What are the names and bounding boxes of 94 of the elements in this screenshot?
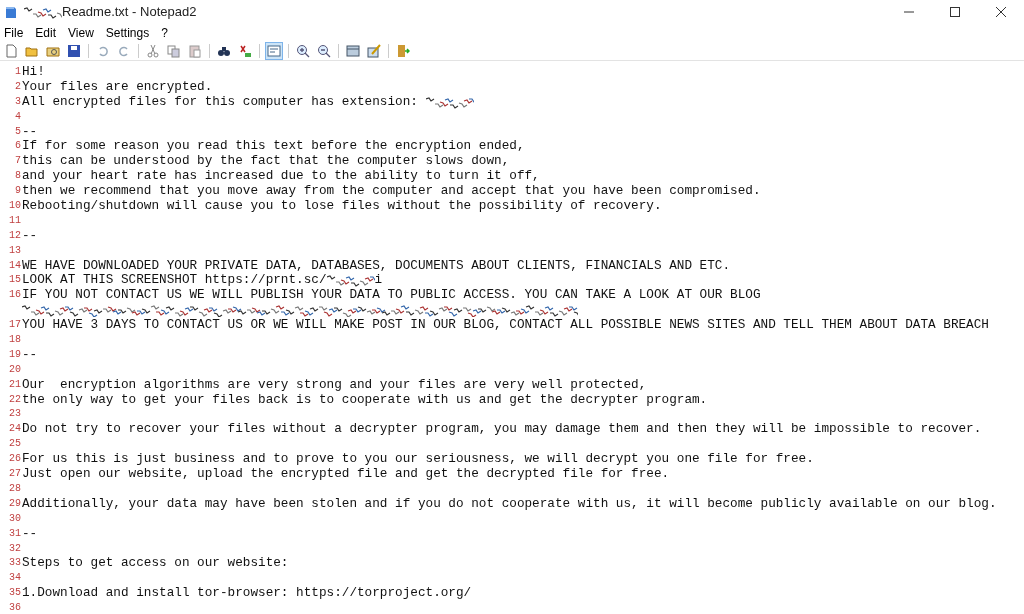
text-line: and your heart rate has increased due to the ability to turn it off, — [22, 169, 540, 185]
text-line: All encrypted files for this computer has extension: — [22, 94, 419, 110]
notepad-icon — [4, 5, 18, 19]
line-number: 23 — [8, 407, 22, 422]
menu-item[interactable]: View — [68, 24, 94, 42]
text-fragment: i — [374, 273, 383, 289]
line-number: 27 — [8, 467, 22, 482]
text-line: -- — [22, 228, 38, 244]
text-line: 1.Download and install tor-browser: https://torproject.org/ — [22, 586, 472, 602]
line-number: 29 — [8, 496, 22, 511]
line-number: 30 — [8, 511, 22, 526]
binoculars-icon — [217, 44, 231, 58]
text-line: this can be understood by the fact that the computer slows down, — [22, 154, 510, 170]
text-line: Rebooting/shutdown will cause you to lose files without the possibility of recovery. — [22, 199, 662, 214]
new-file-icon — [4, 44, 18, 58]
line-number: 35 — [8, 586, 22, 601]
menu-item[interactable]: Settings — [105, 24, 150, 42]
window-title: Readme.txt - Notepad2 — [62, 3, 197, 22]
window-button[interactable] — [344, 42, 362, 60]
text-line: the only way to get your files back is to cooperate with us and get the decrypter program. — [22, 392, 708, 408]
line-number: 11 — [8, 213, 22, 228]
line-number: 7 — [14, 154, 22, 169]
close-icon — [996, 7, 1006, 17]
line-number: 16 — [8, 288, 22, 303]
line-number: 14 — [8, 258, 22, 273]
text-line: -- — [22, 526, 38, 542]
line-number: 36 — [8, 601, 22, 614]
line-number: 26 — [8, 452, 22, 467]
line-number: 13 — [8, 243, 22, 258]
paste-icon — [188, 44, 202, 58]
text-line: IF YOU NOT CONTACT US WE WILL PUBLISH YOUR DATA TO PUBLIC ACCESS. YOU CAN TAKE A LOOK AT OUR BLOG — [22, 288, 761, 304]
text-line: Your files are encrypted. — [22, 79, 213, 95]
menu-item[interactable]: Edit — [35, 24, 57, 42]
line-number: 2 — [14, 79, 22, 94]
line-number: 6 — [14, 139, 22, 154]
line-number: 21 — [8, 377, 22, 392]
line-number: 10 — [8, 199, 22, 213]
line-number: 34 — [8, 571, 22, 586]
word-wrap-icon — [267, 44, 281, 58]
text-line: Hi! — [22, 65, 45, 80]
zoom-in-icon — [296, 44, 310, 58]
line-number: 5 — [14, 124, 22, 139]
line-number: 3 — [14, 94, 22, 109]
line-number: 15 — [8, 273, 22, 288]
text-line: Our encryption algorithms are very strong and your files are very well protected, — [22, 377, 647, 393]
save-button[interactable] — [65, 42, 83, 60]
line-number: 9 — [14, 184, 22, 199]
zoom-out-button[interactable] — [315, 42, 333, 60]
line-number: 22 — [8, 392, 22, 407]
line-number: 17 — [8, 318, 22, 333]
line-number: 31 — [8, 526, 22, 541]
cut-icon — [146, 44, 160, 58]
text-line: For us this is just business and to prove to you our seriousness, we will decrypt you one file for free. — [22, 452, 814, 468]
line-number: 19 — [8, 347, 22, 362]
text-line: LOOK AT THIS SCREENSHOT https://prnt.sc/ — [22, 273, 327, 289]
zoom-in-button[interactable] — [294, 42, 312, 60]
text-line: then we recommend that you move away from the computer and accept that you have been compromised. — [22, 184, 761, 200]
line-number: 12 — [8, 228, 22, 243]
window-icon — [346, 44, 360, 58]
copy-button[interactable] — [165, 42, 183, 60]
text-line: WE HAVE DOWNLOADED YOUR PRIVATE DATA, DATABASES, DOCUMENTS ABOUT CLIENTS, FINANCIALS AND ETC. — [22, 258, 731, 274]
menu-item[interactable]: File — [4, 24, 24, 42]
pencil-window-button[interactable] — [365, 42, 383, 60]
line-number: 20 — [8, 362, 22, 377]
open-folder-icon — [25, 44, 39, 58]
line-number: 25 — [8, 437, 22, 452]
word-wrap-button[interactable] — [265, 42, 283, 60]
text-line: -- — [22, 347, 38, 363]
save-icon — [67, 44, 81, 58]
menu-item[interactable]: ? — [161, 24, 168, 42]
text-line: Additionally, your data may have been stolen and if you do not cooperate with us, it will become publicly available on our blog. — [22, 496, 997, 512]
line-number: 18 — [8, 333, 22, 348]
line-number: 24 — [8, 422, 22, 437]
line-number: 32 — [8, 541, 22, 556]
paste-button[interactable] — [186, 42, 204, 60]
undo-icon — [96, 44, 110, 58]
exit-door-icon — [396, 44, 410, 58]
line-number: 4 — [14, 109, 22, 124]
copy-icon — [167, 44, 181, 58]
text-line: If for some reason you read this text before the encryption ended, — [22, 139, 525, 155]
text-line: -- — [22, 124, 38, 140]
redo-icon — [117, 44, 131, 58]
text-line: Steps to get access on our website: — [22, 556, 289, 572]
line-number: 8 — [14, 169, 22, 184]
line-number: 28 — [8, 481, 22, 496]
maximize-icon — [950, 7, 960, 17]
text-line: Do not try to recover your files without a decrypter program, you may damage them and then they will be impossible to recover. — [22, 422, 982, 438]
pencil-window-icon — [367, 44, 381, 58]
cut-button[interactable] — [144, 42, 162, 60]
text-line: Just open our website, upload the encrypted file and get the decrypted file for free. — [22, 467, 670, 482]
line-number: 33 — [8, 556, 22, 571]
line-number: 1 — [14, 65, 22, 79]
zoom-out-icon — [317, 44, 331, 58]
text-line: YOU HAVE 3 DAYS TO CONTACT US OR WE WILL MAKE POST IN OUR BLOG, CONTACT ALL POSSIBLE NEWS SITES AND TELL THEM ABOUT DATA BREACH — [22, 318, 989, 334]
